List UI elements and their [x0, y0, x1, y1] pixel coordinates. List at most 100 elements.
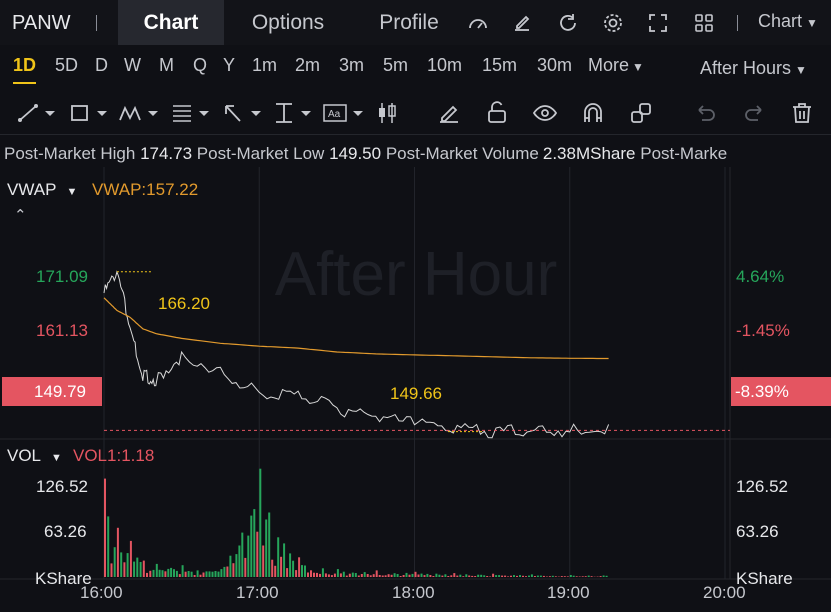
period-d[interactable]: D	[95, 55, 108, 76]
vol-indicator-dropdown[interactable]: VOL ▼	[7, 446, 62, 466]
pct-tick-mid: -1.45%	[736, 321, 790, 340]
chart-menu-dropdown[interactable]: Chart ▼	[758, 11, 818, 32]
period-m[interactable]: M	[159, 55, 174, 76]
volume-bar	[456, 575, 459, 577]
period-1d[interactable]: 1D	[13, 55, 37, 84]
volume-bar	[149, 570, 152, 577]
volume-bar	[142, 560, 145, 577]
volume-bar	[161, 570, 164, 577]
magnet-icon[interactable]	[580, 100, 606, 126]
tab-chart[interactable]: Chart	[118, 0, 224, 45]
volume-bar	[139, 562, 142, 577]
volume-bar	[301, 565, 303, 577]
fullscreen-icon[interactable]	[646, 11, 670, 35]
volume-bars	[104, 468, 608, 578]
volume-bar	[235, 554, 238, 577]
period-1m[interactable]: 1m	[252, 55, 277, 76]
post-market-high-label: Post-Market High	[4, 144, 136, 163]
refresh-icon[interactable]	[556, 11, 580, 35]
volume-bar	[298, 557, 301, 577]
chevron-down-icon: ▼	[66, 186, 78, 198]
collapse-chevron-icon[interactable]: ⌃	[14, 206, 27, 224]
volume-bar	[399, 576, 402, 577]
period-5d[interactable]: 5D	[55, 55, 78, 76]
edit-icon[interactable]	[510, 11, 534, 35]
volume-bar	[474, 576, 477, 577]
volume-bar	[253, 509, 256, 577]
vol-tick-high-left: 126.52	[36, 477, 88, 496]
fibonacci-tool-icon[interactable]	[170, 100, 214, 126]
redo-icon[interactable]	[741, 100, 767, 126]
volume-bar	[152, 569, 155, 577]
volume-bar	[274, 565, 277, 577]
period-15m[interactable]: 15m	[482, 55, 517, 76]
rectangle-tool-icon[interactable]	[68, 100, 112, 126]
period-2m[interactable]: 2m	[295, 55, 320, 76]
tab-options[interactable]: Options	[234, 0, 342, 45]
volume-bar	[366, 574, 369, 577]
post-market-low-label: Post-Market Low	[196, 144, 325, 163]
volume-bar	[217, 571, 220, 577]
volume-bar	[533, 576, 536, 577]
period-3m[interactable]: 3m	[339, 55, 364, 76]
candlestick-tool-icon[interactable]	[375, 100, 401, 126]
indicator-dropdown[interactable]: VWAP ▼	[7, 180, 77, 200]
volume-bar	[175, 570, 178, 577]
period-y[interactable]: Y	[223, 55, 235, 76]
period-q[interactable]: Q	[193, 55, 207, 76]
volume-bar	[211, 571, 214, 577]
volume-bar	[330, 575, 333, 577]
tab-profile[interactable]: Profile	[362, 0, 456, 45]
ticker-symbol[interactable]: PANW	[12, 12, 71, 35]
volume-bar	[381, 575, 384, 577]
volume-bar	[277, 537, 280, 577]
volume-bar	[220, 569, 223, 577]
volume-bar	[110, 563, 113, 577]
volume-bar	[548, 576, 551, 577]
text-tool-icon[interactable]: Aa	[322, 100, 366, 126]
period-w[interactable]: W	[124, 55, 141, 76]
period-10m[interactable]: 10m	[427, 55, 462, 76]
chevron-down-icon: ▼	[795, 63, 807, 77]
volume-bar	[259, 468, 262, 577]
pencil-icon[interactable]	[436, 100, 462, 126]
volume-bar	[513, 575, 515, 577]
volume-bar	[196, 570, 199, 577]
after-hour-watermark: After Hour	[275, 240, 558, 309]
volume-bar	[477, 574, 480, 577]
gauge-icon[interactable]	[466, 11, 490, 35]
post-market-info: Post-Market High 174.73 Post-Market Low …	[4, 144, 727, 164]
volume-bar	[173, 569, 175, 577]
volume-bar	[244, 557, 247, 577]
period-more[interactable]: More ▼	[588, 55, 644, 76]
volume-bar	[129, 540, 132, 577]
volume-bar	[170, 567, 173, 577]
measure-tool-icon[interactable]	[272, 100, 316, 126]
trash-icon[interactable]	[789, 100, 815, 126]
session-dropdown[interactable]: After Hours ▼	[700, 58, 807, 79]
volume-bar	[393, 573, 396, 577]
volume-bar	[232, 563, 235, 577]
volume-bar	[584, 576, 587, 577]
copy-layout-icon[interactable]	[628, 100, 654, 126]
trendline-tool-icon[interactable]	[16, 100, 60, 126]
time-tick: 16:00	[80, 583, 123, 602]
volume-bar	[453, 573, 456, 577]
volume-bar	[387, 574, 390, 577]
pattern-tool-icon[interactable]	[118, 100, 162, 126]
chevron-down-icon: ▼	[51, 452, 62, 464]
volume-bar	[539, 575, 542, 577]
period-5m[interactable]: 5m	[383, 55, 408, 76]
eye-icon[interactable]	[532, 100, 558, 126]
unlock-icon[interactable]	[484, 100, 510, 126]
layout-grid-icon[interactable]	[692, 11, 716, 35]
svg-text:Aa: Aa	[328, 109, 341, 120]
period-30m[interactable]: 30m	[537, 55, 572, 76]
gear-icon[interactable]	[601, 11, 625, 35]
indicator-label: VWAP	[7, 180, 57, 199]
arrow-tool-icon[interactable]	[222, 100, 266, 126]
undo-icon[interactable]	[693, 100, 719, 126]
time-tick: 18:00	[392, 583, 435, 602]
volume-bar	[229, 555, 232, 577]
volume-bar	[283, 543, 286, 577]
